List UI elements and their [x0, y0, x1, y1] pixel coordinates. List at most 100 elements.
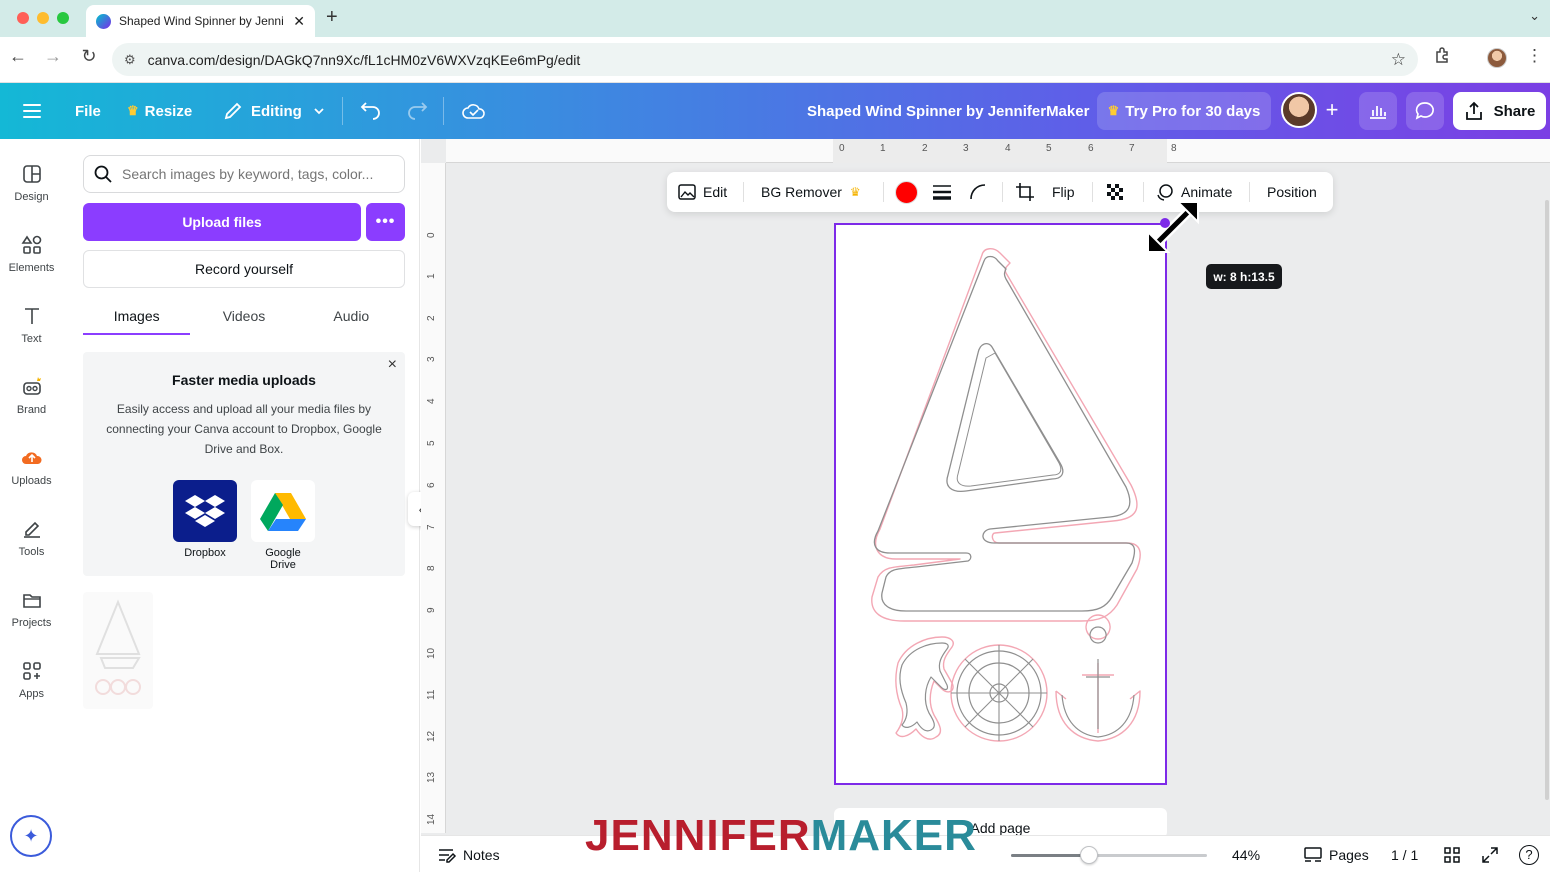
tab-videos[interactable]: Videos	[190, 297, 297, 335]
user-avatar[interactable]	[1281, 92, 1317, 128]
google-drive-connect[interactable]: Google Drive	[251, 480, 315, 571]
toolbar-divider	[743, 182, 744, 202]
dimension-tooltip: w: 8 h:13.5	[1206, 264, 1282, 289]
ruler-tick: 8	[1171, 143, 1177, 154]
design-page[interactable]	[834, 223, 1167, 785]
ruler-tick: 5	[426, 440, 437, 446]
editor-header: File ♛ Resize Editing Shaped Wind Spinne…	[0, 83, 1550, 139]
corner-rounding-icon[interactable]	[969, 172, 987, 212]
rail-item-text[interactable]: Text	[0, 305, 63, 345]
magic-sparkle-button[interactable]: ✦	[10, 815, 52, 857]
browser-tab[interactable]: Shaped Wind Spinner by Jenni ✕	[86, 5, 315, 37]
pages-button[interactable]: Pages	[1303, 836, 1369, 873]
close-tab-icon[interactable]: ✕	[293, 13, 305, 30]
bg-remover-button[interactable]: BG Remover ♛	[761, 172, 861, 212]
resize-cursor-icon	[1147, 201, 1199, 253]
ruler-tick: 0	[839, 143, 845, 154]
maximize-window-button[interactable]	[57, 12, 69, 24]
close-window-button[interactable]	[17, 12, 29, 24]
try-pro-button[interactable]: ♛ Try Pro for 30 days	[1097, 92, 1271, 130]
bg-remover-label: BG Remover	[761, 184, 842, 200]
browser-tab-strip: Shaped Wind Spinner by Jenni ✕ + ⌄	[0, 0, 1550, 37]
new-tab-button[interactable]: +	[326, 6, 338, 29]
search-field[interactable]	[83, 155, 405, 193]
share-label: Share	[1493, 102, 1536, 120]
insights-chart-icon[interactable]	[1359, 92, 1397, 130]
invite-plus-button[interactable]: +	[1317, 96, 1347, 126]
editing-mode-button[interactable]: Editing	[223, 83, 326, 139]
uploaded-image-thumbnail[interactable]	[83, 592, 153, 709]
notes-button[interactable]: Notes	[437, 836, 500, 873]
rail-item-apps[interactable]: Apps	[0, 660, 63, 700]
ruler-tick: 12	[426, 730, 437, 742]
edit-image-button[interactable]: Edit	[677, 172, 727, 212]
color-swatch-button[interactable]	[895, 172, 918, 212]
rail-label: Uploads	[11, 475, 52, 487]
grid-view-icon[interactable]	[1443, 836, 1461, 873]
reload-icon[interactable]: ↻	[76, 46, 102, 67]
share-button[interactable]: Share	[1453, 92, 1546, 130]
help-button[interactable]: ?	[1519, 836, 1539, 873]
tab-audio[interactable]: Audio	[298, 297, 405, 335]
rail-item-tools[interactable]: Tools	[0, 518, 63, 558]
position-button[interactable]: Position	[1267, 172, 1317, 212]
crop-icon[interactable]	[1015, 172, 1035, 212]
rail-label: Brand	[16, 404, 47, 416]
minimize-window-button[interactable]	[37, 12, 49, 24]
back-icon[interactable]: ←	[5, 46, 31, 67]
redo-icon[interactable]	[406, 83, 428, 139]
ruler-tick: 11	[426, 689, 437, 700]
rail-item-brand[interactable]: Brand	[0, 376, 63, 416]
horizontal-ruler: 0 1 2 3 4 5 6 7 8	[446, 139, 1550, 163]
bookmark-star-icon[interactable]: ☆	[1391, 50, 1406, 70]
site-settings-icon[interactable]: ⚙	[124, 52, 136, 68]
upload-cloud-icon	[21, 452, 42, 464]
browser-profile-avatar[interactable]	[1487, 48, 1507, 68]
file-menu-button[interactable]: File	[75, 83, 101, 139]
transparency-icon[interactable]	[1105, 172, 1125, 212]
document-title[interactable]: Shaped Wind Spinner by JenniferMaker	[807, 83, 1089, 139]
upload-files-button[interactable]: Upload files	[83, 203, 361, 241]
browser-menu-icon[interactable]: ⋮	[1526, 46, 1543, 66]
pen-icon	[23, 521, 40, 538]
main-menu-icon[interactable]	[22, 83, 42, 139]
wind-spinner-artwork[interactable]	[836, 225, 1165, 783]
brand-icon	[22, 377, 41, 395]
resize-button[interactable]: ♛ Resize	[127, 83, 192, 139]
cloud-saved-icon[interactable]	[462, 83, 486, 139]
zoom-slider-knob[interactable]	[1080, 846, 1098, 864]
promo-title: Faster media uploads	[172, 372, 316, 388]
zoom-slider[interactable]	[1011, 846, 1207, 864]
toolbar-divider	[1002, 182, 1003, 202]
zoom-level[interactable]: 44%	[1232, 836, 1260, 873]
rail-item-elements[interactable]: Elements	[0, 234, 63, 274]
dropbox-connect[interactable]: Dropbox	[173, 480, 237, 559]
upload-more-options-button[interactable]: •••	[366, 203, 405, 241]
rail-item-uploads[interactable]: Uploads	[0, 447, 63, 487]
search-input[interactable]	[122, 166, 392, 182]
forward-icon[interactable]: →	[40, 46, 66, 67]
ruler-tick: 7	[1129, 143, 1135, 154]
watermark-part-2: MAKER	[810, 811, 977, 860]
crown-icon: ♛	[849, 185, 861, 199]
extensions-icon[interactable]	[1434, 46, 1452, 69]
comment-icon[interactable]	[1406, 92, 1444, 130]
browser-toolbar: ← → ↻ ⚙ canva.com/design/DAGkQ7nn9Xc/fL1…	[0, 37, 1550, 83]
undo-icon[interactable]	[360, 83, 382, 139]
resize-handle[interactable]	[1160, 218, 1170, 228]
ruler-tick: 4	[426, 398, 437, 404]
pages-icon	[1304, 846, 1322, 862]
dropbox-icon	[173, 480, 237, 542]
record-yourself-button[interactable]: Record yourself	[83, 250, 405, 288]
fullscreen-icon[interactable]	[1481, 836, 1499, 873]
address-bar[interactable]: ⚙ canva.com/design/DAGkQ7nn9Xc/fL1cHM0zV…	[112, 43, 1418, 76]
vertical-scrollbar[interactable]	[1545, 200, 1549, 800]
rail-item-projects[interactable]: Projects	[0, 589, 63, 629]
tab-images[interactable]: Images	[83, 297, 191, 335]
tab-search-chevron-icon[interactable]: ⌄	[1529, 8, 1540, 24]
border-style-icon[interactable]	[932, 172, 952, 212]
rail-item-design[interactable]: Design	[0, 163, 63, 203]
search-icon	[94, 165, 112, 183]
flip-button[interactable]: Flip	[1052, 172, 1075, 212]
share-upload-icon	[1465, 101, 1482, 120]
